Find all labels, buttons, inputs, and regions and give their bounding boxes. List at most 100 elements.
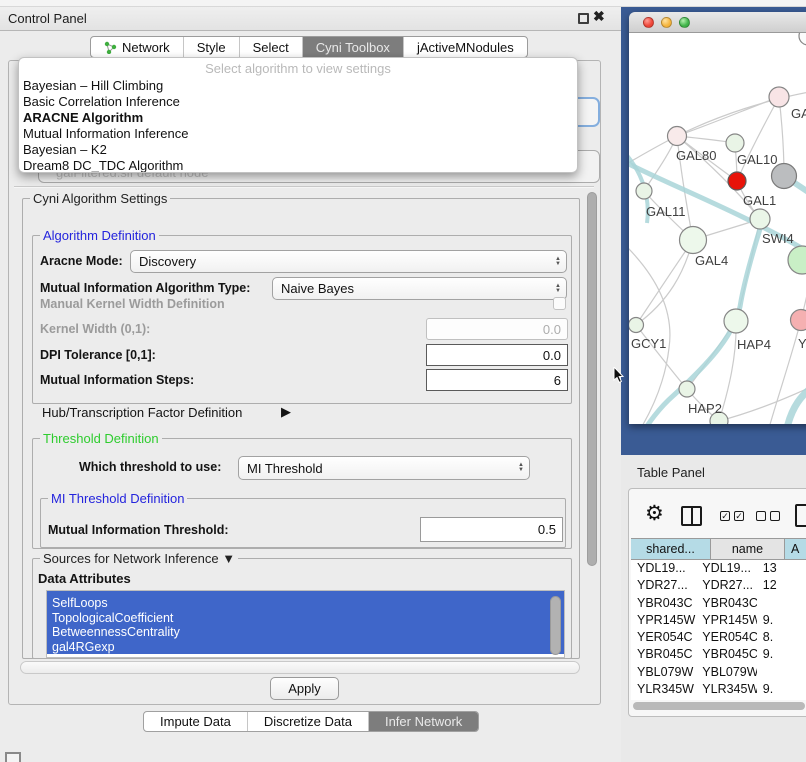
- network-window-titlebar[interactable]: [629, 12, 806, 33]
- settings-horizontal-scrollbar[interactable]: [20, 661, 580, 674]
- zoom-traffic-light[interactable]: [679, 17, 690, 28]
- algorithm-option[interactable]: ARACNE Algorithm: [19, 110, 577, 126]
- manual-kernel-checkbox[interactable]: [553, 297, 566, 310]
- network-node[interactable]: [629, 318, 644, 333]
- attribute-item[interactable]: BetweennessCentrality: [47, 625, 564, 640]
- node-label: GAL80: [676, 148, 716, 163]
- network-edge[interactable]: [636, 240, 693, 325]
- table-row[interactable]: YPR145WYPR145W9.: [631, 612, 806, 629]
- tab-infer-network[interactable]: Infer Network: [369, 712, 478, 731]
- network-node[interactable]: [668, 127, 687, 146]
- network-node[interactable]: [724, 309, 748, 333]
- algorithm-option[interactable]: Mutual Information Inference: [19, 126, 577, 142]
- network-edge[interactable]: [629, 243, 670, 424]
- mi-steps-field[interactable]: 6: [426, 369, 568, 391]
- table-cell: 9: [757, 698, 806, 700]
- network-view-window[interactable]: GALGAL80GAL10GAL1SWI4GAL11GAL4GCY1HAP4YH…: [629, 12, 806, 424]
- aracne-mode-combo[interactable]: Discovery ▲▼: [130, 250, 567, 273]
- data-attributes-label: Data Attributes: [38, 571, 131, 586]
- split-view-icon[interactable]: [681, 506, 702, 526]
- tab-select[interactable]: Select: [240, 37, 303, 57]
- document-icon[interactable]: [795, 504, 806, 527]
- network-node[interactable]: [636, 183, 652, 199]
- table-cell: YLR345W: [631, 681, 696, 698]
- network-node[interactable]: [680, 227, 707, 254]
- settings-scrollbar[interactable]: [587, 192, 597, 566]
- algorithm-option[interactable]: Basic Correlation Inference: [19, 94, 577, 110]
- algorithm-option[interactable]: Bayesian – Hill Climbing: [19, 78, 577, 94]
- close-icon[interactable]: ✖: [593, 8, 605, 25]
- table-row[interactable]: YDR27...YDR27...12: [631, 577, 806, 594]
- combo-arrows-icon: ▲▼: [555, 278, 561, 299]
- column-header[interactable]: A: [785, 539, 806, 559]
- node-label: Y: [798, 336, 806, 351]
- algorithm-definition-title: Algorithm Definition: [40, 228, 159, 243]
- column-header[interactable]: name: [711, 539, 785, 559]
- which-threshold-combo[interactable]: MI Threshold ▲▼: [238, 456, 530, 480]
- desktop-background: GALGAL80GAL10GAL1SWI4GAL11GAL4GCY1HAP4YH…: [621, 7, 806, 455]
- node-label: GCY1: [631, 336, 666, 351]
- network-node[interactable]: [788, 246, 806, 274]
- algorithm-option[interactable]: Dream8 DC_TDC Algorithm: [19, 158, 577, 173]
- tab-jactivemnodules[interactable]: jActiveMNodules: [404, 37, 527, 57]
- mi-type-combo[interactable]: Naive Bayes ▲▼: [272, 277, 567, 300]
- attribute-item[interactable]: TopologicalCoefficient: [47, 611, 564, 626]
- table-row[interactable]: YBR045CYBR045C9.: [631, 646, 806, 663]
- network-node[interactable]: [799, 33, 806, 45]
- table-row[interactable]: YLR345WYLR345W9.: [631, 681, 806, 698]
- network-node[interactable]: [726, 134, 744, 152]
- hub-definition-label[interactable]: Hub/Transcription Factor Definition: [42, 405, 242, 420]
- network-node[interactable]: [772, 164, 797, 189]
- unchecked-column-icon[interactable]: [770, 511, 780, 521]
- column-header[interactable]: shared...: [631, 539, 711, 559]
- table-cell: YLR345W: [696, 681, 756, 698]
- table-row[interactable]: YER054CYER054C8.: [631, 629, 806, 646]
- aracne-mode-label: Aracne Mode:: [40, 254, 123, 268]
- kernel-width-field[interactable]: 0.0: [426, 318, 568, 340]
- tab-style[interactable]: Style: [184, 37, 240, 57]
- checked-column-icon[interactable]: ✓: [734, 511, 744, 521]
- algorithm-option[interactable]: Bayesian – K2: [19, 142, 577, 158]
- network-node[interactable]: [728, 172, 746, 190]
- unchecked-column-icon[interactable]: [756, 511, 766, 521]
- data-attributes-list[interactable]: SelfLoopsTopologicalCoefficientBetweenne…: [46, 590, 565, 658]
- network-node[interactable]: [791, 310, 806, 331]
- gear-icon[interactable]: ⚙: [645, 501, 664, 526]
- expand-arrow-icon[interactable]: ▶: [281, 404, 291, 420]
- node-label: HAP2: [688, 401, 722, 416]
- network-node[interactable]: [750, 209, 770, 229]
- attribute-item[interactable]: SelfLoops: [47, 596, 564, 611]
- table-cell: YER054C: [696, 629, 756, 646]
- network-canvas[interactable]: GALGAL80GAL10GAL1SWI4GAL11GAL4GCY1HAP4YH…: [629, 33, 806, 424]
- minimize-traffic-light[interactable]: [661, 17, 672, 28]
- table-cell: YDL19...: [631, 560, 696, 577]
- table-row[interactable]: YIL052CYIL052C9: [631, 698, 806, 700]
- table-row[interactable]: YBL079WYBL079W: [631, 664, 806, 681]
- table-cell: YDR27...: [696, 577, 756, 594]
- dpi-tolerance-field[interactable]: 0.0: [426, 344, 568, 366]
- table-horizontal-scrollbar[interactable]: [633, 702, 805, 710]
- network-node[interactable]: [769, 87, 789, 107]
- apply-button[interactable]: Apply: [270, 677, 339, 700]
- tab-discretize-data[interactable]: Discretize Data: [248, 712, 369, 731]
- checked-column-icon[interactable]: ✓: [720, 511, 730, 521]
- attribute-list-scrollbar[interactable]: [550, 596, 561, 655]
- tab-impute-data[interactable]: Impute Data: [144, 712, 248, 731]
- float-window-icon[interactable]: [578, 13, 589, 24]
- algorithm-placeholder: Select algorithm to view settings: [19, 58, 577, 78]
- close-traffic-light[interactable]: [643, 17, 654, 28]
- network-edge[interactable]: [677, 97, 779, 136]
- minimized-panel-icon[interactable]: [5, 752, 21, 762]
- mi-threshold-definition-title: MI Threshold Definition: [48, 491, 187, 506]
- tab-cyni-toolbox[interactable]: Cyni Toolbox: [303, 37, 404, 57]
- table-row[interactable]: YDL19...YDL19...13: [631, 560, 806, 577]
- mi-threshold-field[interactable]: 0.5: [420, 517, 563, 542]
- network-node[interactable]: [679, 381, 695, 397]
- table-row[interactable]: YBR043CYBR043C: [631, 595, 806, 612]
- network-edge[interactable]: [636, 325, 687, 389]
- tab-network[interactable]: Network: [91, 37, 184, 57]
- collapse-arrow-icon[interactable]: ▼: [222, 551, 235, 566]
- attribute-item[interactable]: gal4RGexp: [47, 640, 564, 655]
- network-edge-thick[interactable]: [787, 385, 806, 424]
- table-cell: 13: [757, 560, 806, 577]
